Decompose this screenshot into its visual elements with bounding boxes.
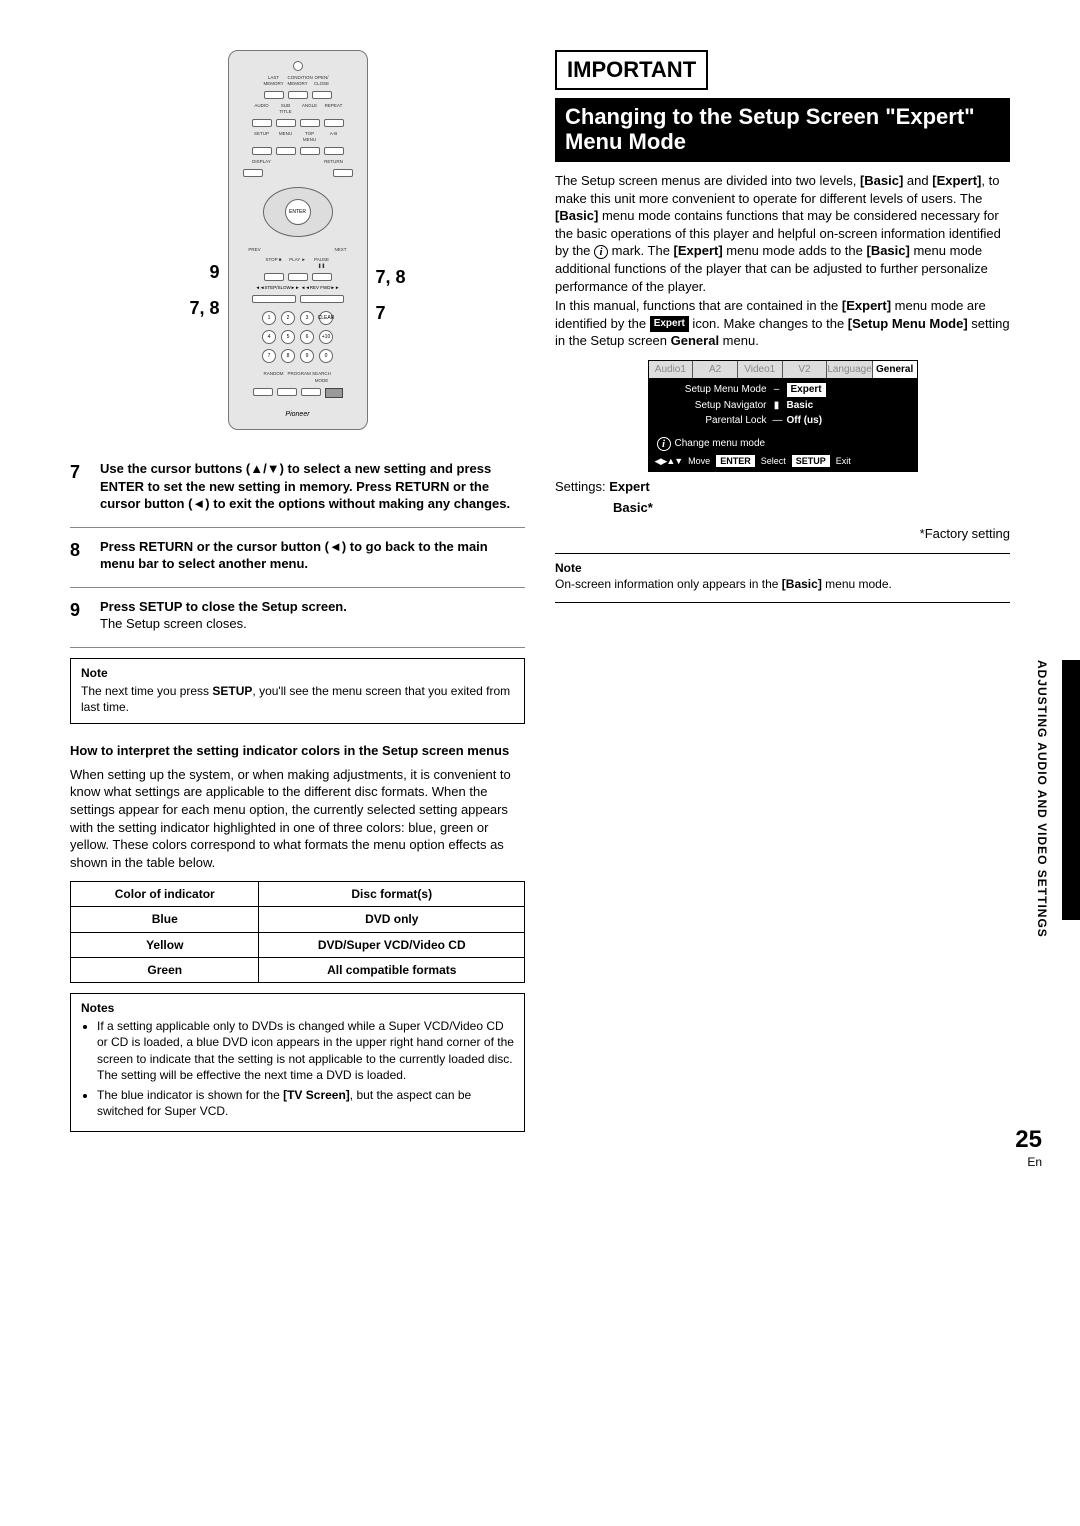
step-text: Use the cursor buttons (▲/▼) to select a…	[100, 461, 510, 511]
interpret-paragraph: When setting up the system, or when maki…	[70, 766, 525, 871]
side-section-label: ADJUSTING AUDIO AND VIDEO SETTINGS	[1034, 660, 1050, 938]
osd-tab: Audio1	[649, 361, 694, 379]
step-number: 8	[70, 538, 88, 573]
expert-paragraph-2: In this manual, functions that are conta…	[555, 297, 1010, 350]
remote-callouts-left: 9 7, 8	[189, 260, 219, 321]
note-item: The blue indicator is shown for the [TV …	[97, 1087, 514, 1119]
remote-diagram: 9 7, 8 LAST MEMORYCONDITION MEMORYOPEN/ …	[70, 50, 525, 430]
divider	[70, 587, 525, 588]
table-header: Disc format(s)	[259, 882, 525, 907]
note-title: Note	[81, 665, 514, 681]
step-number: 7	[70, 460, 88, 513]
arrows-icon: ◀▶▲▼	[655, 455, 683, 467]
settings-line: Settings: Expert	[555, 478, 1010, 496]
step-8: 8 Press RETURN or the cursor button (◄) …	[70, 538, 525, 573]
settings-line: Basic*	[555, 499, 1010, 517]
expert-icon: Expert	[650, 316, 689, 332]
callout-7-8-left: 7, 8	[189, 296, 219, 320]
page-number: 25	[1015, 1124, 1042, 1156]
osd-tab: V2	[783, 361, 828, 379]
step-text: Press SETUP to close the Setup screen.	[100, 599, 347, 614]
factory-setting-label: *Factory setting	[555, 525, 1010, 543]
note-item: If a setting applicable only to DVDs is …	[97, 1018, 514, 1083]
divider	[555, 553, 1010, 554]
note-title: Notes	[81, 1000, 514, 1016]
divider	[70, 527, 525, 528]
table-header-row: Color of indicator Disc format(s)	[71, 882, 525, 907]
indicator-color-table: Color of indicator Disc format(s) BlueDV…	[70, 881, 525, 983]
info-icon: i	[657, 437, 671, 451]
callout-7-8-right: 7, 8	[376, 265, 406, 289]
osd-tab: A2	[693, 361, 738, 379]
step-9: 9 Press SETUP to close the Setup screen.…	[70, 598, 525, 633]
table-header: Color of indicator	[71, 882, 259, 907]
divider	[555, 602, 1010, 603]
remote-illustration: LAST MEMORYCONDITION MEMORYOPEN/ CLOSE A…	[228, 50, 368, 430]
interpret-heading: How to interpret the setting indicator c…	[70, 742, 525, 760]
note-box-2: Notes If a setting applicable only to DV…	[70, 993, 525, 1132]
side-tab	[1062, 660, 1080, 920]
osd-tab-active: General	[873, 361, 917, 379]
remote-callouts-right: 7, 8 7	[376, 265, 406, 326]
section-title: Changing to the Setup Screen "Expert" Me…	[555, 98, 1010, 163]
osd-info-text: Change menu mode	[675, 437, 766, 451]
osd-tab: Language	[827, 361, 873, 379]
step-text: Press RETURN or the cursor button (◄) to…	[100, 539, 488, 572]
important-badge: IMPORTANT	[555, 50, 708, 90]
note-box-1: Note The next time you press SETUP, you'…	[70, 658, 525, 725]
table-row: GreenAll compatible formats	[71, 957, 525, 982]
osd-tab: Video1	[738, 361, 783, 379]
info-icon: i	[594, 245, 608, 259]
table-row: YellowDVD/Super VCD/Video CD	[71, 932, 525, 957]
expert-paragraph-1: The Setup screen menus are divided into …	[555, 172, 1010, 295]
divider	[70, 647, 525, 648]
step-7: 7 Use the cursor buttons (▲/▼) to select…	[70, 460, 525, 513]
page-language: En	[1027, 1154, 1042, 1170]
step-subtext: The Setup screen closes.	[100, 616, 247, 631]
callout-7-right: 7	[376, 301, 386, 325]
callout-9: 9	[209, 260, 219, 284]
step-number: 9	[70, 598, 88, 633]
table-row: BlueDVD only	[71, 907, 525, 932]
osd-tabs: Audio1 A2 Video1 V2 Language General	[649, 361, 917, 379]
note-text: The next time you press SETUP, you'll se…	[81, 683, 514, 715]
note-line: Note On-screen information only appears …	[555, 560, 1010, 592]
osd-screenshot: Audio1 A2 Video1 V2 Language General Set…	[648, 360, 918, 472]
